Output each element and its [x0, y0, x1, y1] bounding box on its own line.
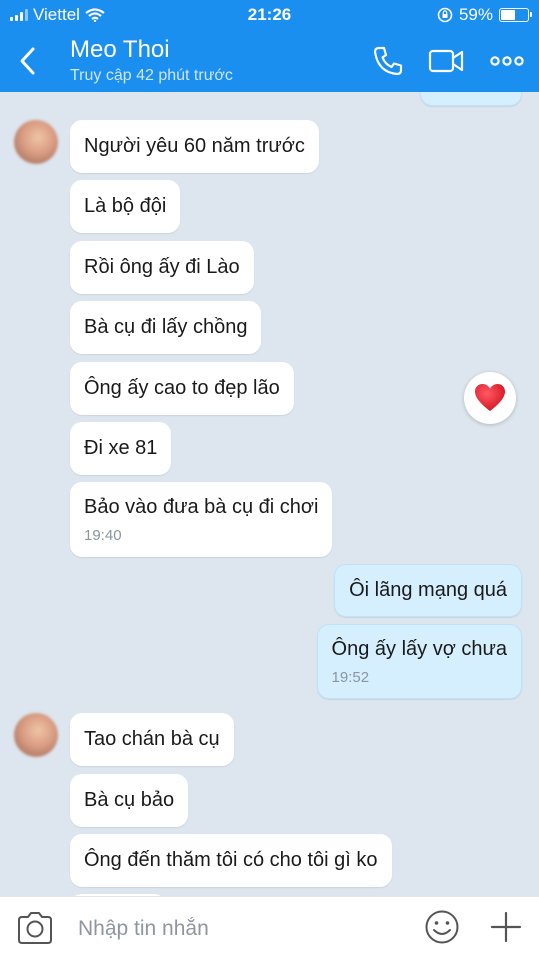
message-text: Là bộ đội: [84, 195, 167, 217]
message-input[interactable]: [76, 911, 400, 947]
message-text: Ông ấy lấy vợ chưa: [331, 637, 507, 660]
message-bubble[interactable]: Tao chán bà cụ: [70, 713, 234, 766]
message-timestamp: 19:40: [84, 526, 122, 544]
battery-percent: 59%: [458, 5, 493, 24]
message-text: Ông ấy cao to đẹp lão: [84, 377, 280, 399]
plus-icon[interactable]: [488, 909, 524, 945]
message-bubble[interactable]: Đi xe 81: [70, 422, 172, 475]
last-seen-status: Truy cập 42 phút trước: [70, 67, 233, 84]
message-bubble[interactable]: Ông ấy cao to đẹp lão: [70, 362, 294, 415]
message-text: Bảo vào đưa bà cụ đi chơi: [84, 495, 319, 518]
avatar[interactable]: [14, 713, 58, 757]
avatar[interactable]: [14, 120, 58, 164]
message-text: Đi xe 81: [84, 437, 158, 459]
message-bubble[interactable]: Bà cụ bảo: [70, 774, 189, 827]
chat-header: Meo Thoi Truy cập 42 phút trước: [0, 30, 539, 92]
reaction-button[interactable]: [464, 372, 516, 424]
orientation-lock-icon: [437, 7, 453, 23]
message-text: Bà cụ bảo: [84, 789, 175, 811]
message-text: Bà cụ đi lấy chồng: [84, 316, 248, 338]
message-text: Ôi lãng mạng quá: [349, 579, 507, 601]
emoji-icon[interactable]: [424, 909, 460, 945]
message-list[interactable]: Người yêu 60 năm trước Là bộ đội Rồi ông…: [0, 92, 539, 896]
phone-icon[interactable]: [370, 44, 406, 78]
message-bubble-outgoing[interactable]: Ông ấy lấy vợ chưa 19:52: [316, 624, 522, 699]
message-bubble[interactable]: Ông đến thăm tôi có cho tôi gì ko: [70, 834, 392, 887]
message-bubble[interactable]: Bảo vào đưa bà cụ đi chơi 19:40: [70, 482, 333, 557]
contact-name[interactable]: Meo Thoi: [70, 36, 170, 64]
status-right: 59%: [437, 5, 532, 25]
message-composer: [0, 896, 539, 961]
back-arrow-icon[interactable]: [14, 46, 44, 76]
message-text: Ông đến thăm tôi có cho tôi gì ko: [84, 849, 378, 871]
message-bubble[interactable]: Bà cụ đi lấy chồng: [70, 301, 262, 354]
message-bubble-outgoing[interactable]: Ôi lãng mạng quá: [334, 564, 522, 617]
message-bubble[interactable]: Là bộ đội: [70, 180, 181, 233]
message-text: Rồi ông ấy đi Lào: [84, 256, 240, 278]
message-bubble[interactable]: Rồi ông ấy đi Lào: [70, 241, 254, 294]
battery-fill: [501, 10, 516, 20]
camera-icon[interactable]: [16, 911, 54, 945]
message-bubble[interactable]: Người yêu 60 năm trước: [70, 120, 319, 173]
battery-icon: [499, 8, 532, 22]
status-bar: Viettel 21:26 59%: [0, 0, 539, 30]
message-timestamp: 19:52: [331, 668, 370, 686]
heart-icon: [475, 384, 505, 411]
more-options-icon[interactable]: [489, 44, 525, 78]
message-text: Người yêu 60 năm trước: [84, 135, 305, 157]
message-text: Tao chán bà cụ: [84, 728, 220, 750]
video-camera-icon[interactable]: [428, 44, 464, 78]
message-bubble-partial[interactable]: [420, 92, 522, 106]
